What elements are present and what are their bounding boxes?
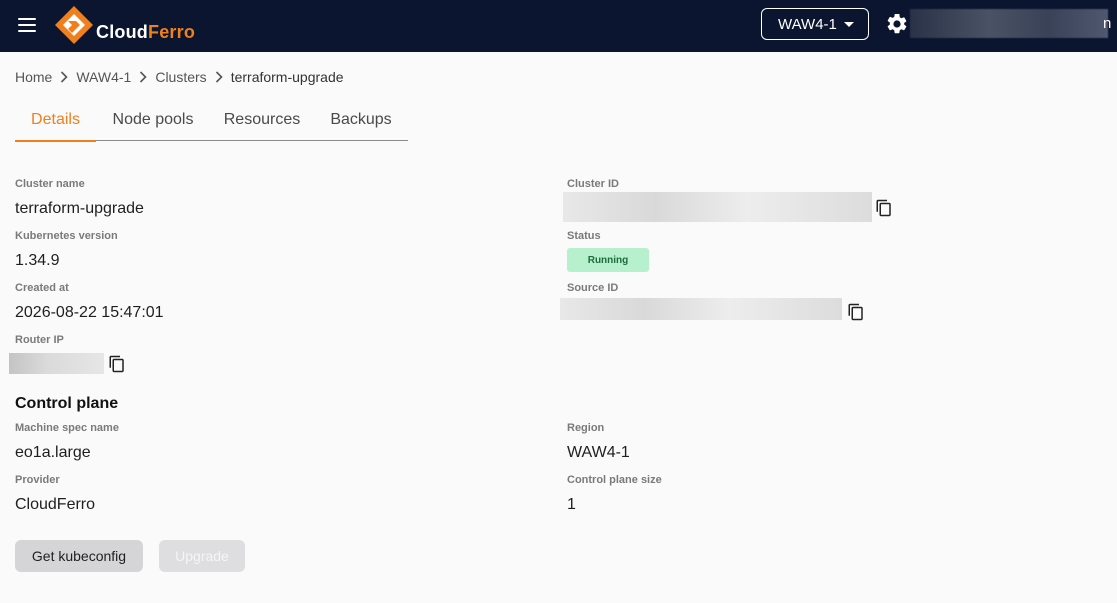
machine-spec-value: eo1a.large [15, 444, 91, 461]
created-at-value: 2026-08-22 15:47:01 [15, 304, 164, 321]
breadcrumb-clusters[interactable]: Clusters [155, 69, 206, 85]
control-plane-size-label: Control plane size [567, 474, 662, 486]
region-select[interactable]: WAW4-1 [761, 8, 869, 40]
copy-router-ip-icon[interactable] [108, 355, 126, 373]
cluster-name-label: Cluster name [15, 178, 85, 190]
tab-details[interactable]: Details [15, 98, 96, 142]
hamburger-menu-icon[interactable] [14, 14, 40, 36]
tab-node-pools[interactable]: Node pools [96, 98, 210, 141]
region-label: Region [567, 422, 605, 434]
breadcrumb: Home WAW4-1 Clusters terraform-upgrade [15, 69, 344, 85]
caret-down-icon [844, 22, 854, 27]
control-plane-title: Control plane [15, 395, 119, 412]
chevron-right-icon [215, 71, 223, 83]
source-id-redacted [560, 298, 842, 320]
control-plane-size-value: 1 [567, 496, 576, 513]
provider-label: Provider [15, 474, 60, 486]
created-at-label: Created at [15, 282, 69, 294]
cloudferro-logo[interactable]: CloudFerro [54, 4, 195, 46]
get-kubeconfig-button[interactable]: Get kubeconfig [15, 540, 143, 572]
status-label: Status [567, 230, 601, 242]
cloudferro-logo-icon [55, 6, 93, 44]
kubernetes-version-value: 1.34.9 [15, 252, 60, 269]
router-ip-label: Router IP [15, 334, 64, 346]
kubernetes-version-label: Kubernetes version [15, 230, 118, 242]
tab-backups[interactable]: Backups [314, 98, 408, 141]
logo-text: CloudFerro [96, 22, 196, 42]
user-account-name[interactable]: n [1103, 15, 1111, 32]
breadcrumb-current: terraform-upgrade [230, 69, 344, 85]
machine-spec-label: Machine spec name [15, 422, 119, 434]
chevron-right-icon [139, 71, 147, 83]
gear-icon[interactable] [885, 12, 909, 36]
upgrade-button[interactable]: Upgrade [159, 540, 245, 572]
copy-source-id-icon[interactable] [847, 303, 865, 321]
cluster-id-label: Cluster ID [567, 178, 619, 190]
cluster-id-redacted [563, 192, 872, 222]
cluster-name-value: terraform-upgrade [15, 200, 144, 217]
tab-bar: Details Node pools Resources Backups [15, 98, 408, 142]
breadcrumb-home[interactable]: Home [15, 69, 52, 85]
region-select-value: WAW4-1 [778, 15, 837, 33]
top-bar: CloudFerro WAW4-1 n [0, 0, 1117, 52]
source-id-label: Source ID [567, 282, 619, 294]
chevron-right-icon [60, 71, 68, 83]
copy-cluster-id-icon[interactable] [875, 199, 893, 217]
router-ip-redacted [9, 353, 104, 374]
status-badge: Running [567, 248, 649, 272]
breadcrumb-region[interactable]: WAW4-1 [76, 69, 131, 85]
user-account-redacted[interactable] [910, 9, 1108, 38]
region-value: WAW4-1 [567, 444, 630, 461]
tab-resources[interactable]: Resources [210, 98, 314, 141]
provider-value: CloudFerro [15, 496, 96, 513]
